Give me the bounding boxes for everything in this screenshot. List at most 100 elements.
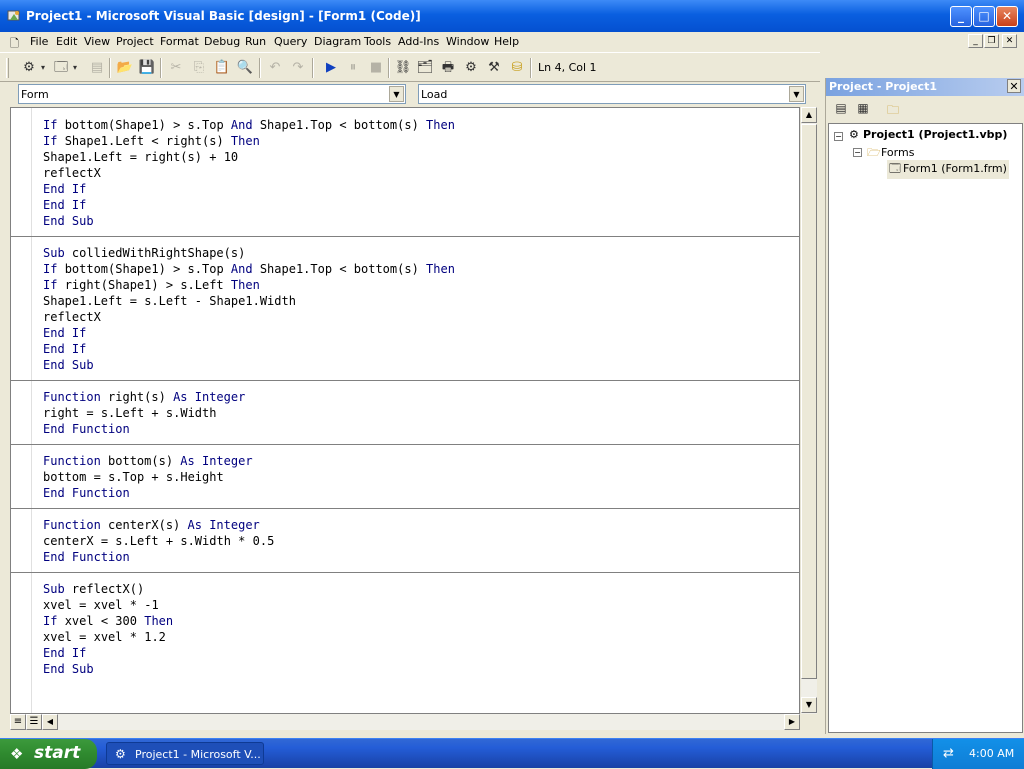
horizontal-scrollbar[interactable]: ≡ ☰ ◀ ▶ — [10, 714, 800, 730]
scroll-thumb[interactable] — [801, 124, 817, 679]
menu-diagram[interactable]: Diagram — [314, 35, 361, 48]
tree-project-node[interactable]: ⚙ Project1 (Project1.vbp) — [849, 128, 1007, 141]
code-line[interactable]: Function centerX(s) As Integer — [43, 517, 455, 533]
minimize-button[interactable]: _ — [950, 6, 972, 27]
code-line[interactable]: End Sub — [43, 661, 455, 677]
menu-run[interactable]: Run — [245, 35, 266, 48]
menu-view[interactable]: View — [84, 35, 110, 48]
procedure-view-icon[interactable]: ≡ — [10, 714, 26, 730]
collapse-icon[interactable]: − — [853, 148, 862, 157]
open-project-icon[interactable]: 📂 — [116, 59, 134, 77]
close-button[interactable]: ✕ — [996, 6, 1018, 27]
code-line[interactable]: If bottom(Shape1) > s.Top And Shape1.Top… — [43, 261, 455, 277]
start-button[interactable]: ❖ start — [0, 739, 97, 769]
code-line[interactable]: reflectX — [43, 165, 455, 181]
code-line[interactable]: right = s.Left + s.Width — [43, 405, 455, 421]
redo-icon[interactable]: ↷ — [289, 59, 307, 77]
toggle-folders-icon[interactable]: 🗀 — [884, 101, 902, 117]
menu-add-ins[interactable]: Add-Ins — [398, 35, 439, 48]
project-explorer-icon[interactable]: ⛓ — [394, 59, 412, 77]
code-line[interactable]: reflectX — [43, 309, 455, 325]
scroll-down-icon[interactable]: ▼ — [801, 697, 817, 713]
project-explorer-title-bar[interactable]: Project - Project1 ✕ — [826, 78, 1024, 96]
code-line[interactable]: If right(Shape1) > s.Left Then — [43, 277, 455, 293]
code-line[interactable]: End Sub — [43, 213, 455, 229]
mdi-restore-button[interactable]: ❐ — [984, 34, 999, 48]
code-line[interactable]: Sub reflectX() — [43, 581, 455, 597]
network-icon[interactable]: ⇄ — [943, 746, 954, 761]
break-icon[interactable]: ⏸ — [344, 59, 362, 77]
code-line[interactable]: End Sub — [43, 357, 455, 373]
cut-icon[interactable]: ✂ — [167, 59, 185, 77]
code-line[interactable]: End Function — [43, 485, 455, 501]
menu-edit[interactable]: Edit — [56, 35, 77, 48]
code-line[interactable]: End If — [43, 645, 455, 661]
scroll-left-icon[interactable]: ◀ — [42, 714, 58, 730]
object-combo[interactable]: Form ▼ — [18, 84, 406, 104]
code-line[interactable]: End Function — [43, 549, 455, 565]
start-icon[interactable]: ▶ — [322, 59, 340, 77]
code-line[interactable]: End If — [43, 181, 455, 197]
vb-app-icon[interactable] — [6, 8, 22, 24]
code-line[interactable]: xvel = xvel * 1.2 — [43, 629, 455, 645]
mdi-close-button[interactable]: ✕ — [1002, 34, 1017, 48]
menu-window[interactable]: Window — [446, 35, 489, 48]
menu-project[interactable]: Project — [116, 35, 154, 48]
code-line[interactable]: End Function — [43, 421, 455, 437]
code-line[interactable]: bottom = s.Top + s.Height — [43, 469, 455, 485]
form-layout-icon[interactable]: 🖶 — [439, 59, 457, 77]
clock[interactable]: 4:00 AM — [969, 747, 1014, 760]
code-line[interactable]: If Shape1.Left < right(s) Then — [43, 133, 455, 149]
add-form-icon[interactable]: 🗔 — [52, 59, 70, 77]
maximize-button[interactable]: □ — [973, 6, 995, 27]
code-line[interactable]: If xvel < 300 Then — [43, 613, 455, 629]
menu-help[interactable]: Help — [494, 35, 519, 48]
menu-format[interactable]: Format — [160, 35, 199, 48]
full-module-view-icon[interactable]: ☰ — [26, 714, 42, 730]
scroll-right-icon[interactable]: ▶ — [784, 714, 800, 730]
code-line[interactable]: Function right(s) As Integer — [43, 389, 455, 405]
properties-window-icon[interactable]: 🗂 — [416, 59, 434, 77]
code-line[interactable]: centerX = s.Left + s.Width * 0.5 — [43, 533, 455, 549]
menu-query[interactable]: Query — [274, 35, 307, 48]
margin-indicator-bar[interactable] — [11, 108, 32, 713]
code-line[interactable]: End If — [43, 325, 455, 341]
collapse-icon[interactable]: − — [834, 132, 843, 141]
code-line[interactable]: Function bottom(s) As Integer — [43, 453, 455, 469]
tree-form1-node[interactable]: 🗔 Form1 (Form1.frm) — [887, 160, 1009, 179]
code-line[interactable]: Sub colliedWithRightShape(s) — [43, 245, 455, 261]
code-line[interactable]: End If — [43, 341, 455, 357]
toolbar-grip[interactable] — [6, 58, 9, 78]
chevron-down-icon[interactable]: ▼ — [389, 86, 404, 102]
save-project-icon[interactable]: 💾 — [138, 59, 156, 77]
object-browser-icon[interactable]: ⚙ — [462, 59, 480, 77]
procedure-combo[interactable]: Load ▼ — [418, 84, 806, 104]
paste-icon[interactable]: 📋 — [213, 59, 231, 77]
taskbar-button-vb[interactable]: ⚙ Project1 - Microsoft V... — [106, 742, 264, 765]
copy-icon[interactable]: ⎘ — [190, 59, 208, 77]
chevron-down-icon[interactable]: ▼ — [789, 86, 804, 102]
add-form-dropdown-icon[interactable]: ▾ — [70, 59, 80, 77]
menu-editor-icon[interactable]: ▤ — [88, 59, 106, 77]
data-view-icon[interactable]: ⛁ — [508, 59, 526, 77]
view-object-icon[interactable]: ▦ — [854, 101, 872, 117]
close-icon[interactable]: ✕ — [1007, 79, 1021, 93]
code-text[interactable]: If bottom(Shape1) > s.Top And Shape1.Top… — [11, 117, 799, 677]
code-editor[interactable]: If bottom(Shape1) > s.Top And Shape1.Top… — [10, 107, 800, 714]
scroll-up-icon[interactable]: ▲ — [801, 107, 817, 123]
code-line[interactable]: xvel = xvel * -1 — [43, 597, 455, 613]
code-line[interactable]: End If — [43, 197, 455, 213]
add-project-dropdown-icon[interactable]: ▾ — [38, 59, 48, 77]
menu-debug[interactable]: Debug — [204, 35, 240, 48]
menu-file[interactable]: File — [30, 35, 48, 48]
find-icon[interactable]: 🔍 — [236, 59, 254, 77]
menu-tools[interactable]: Tools — [364, 35, 391, 48]
code-line[interactable]: If bottom(Shape1) > s.Top And Shape1.Top… — [43, 117, 455, 133]
code-line[interactable]: Shape1.Left = s.Left - Shape1.Width — [43, 293, 455, 309]
code-line[interactable]: Shape1.Left = right(s) + 10 — [43, 149, 455, 165]
end-icon[interactable]: ■ — [367, 59, 385, 77]
add-project-icon[interactable]: ⚙ — [20, 59, 38, 77]
undo-icon[interactable]: ↶ — [266, 59, 284, 77]
mdi-minimize-button[interactable]: _ — [968, 34, 983, 48]
view-code-icon[interactable]: ▤ — [832, 101, 850, 117]
